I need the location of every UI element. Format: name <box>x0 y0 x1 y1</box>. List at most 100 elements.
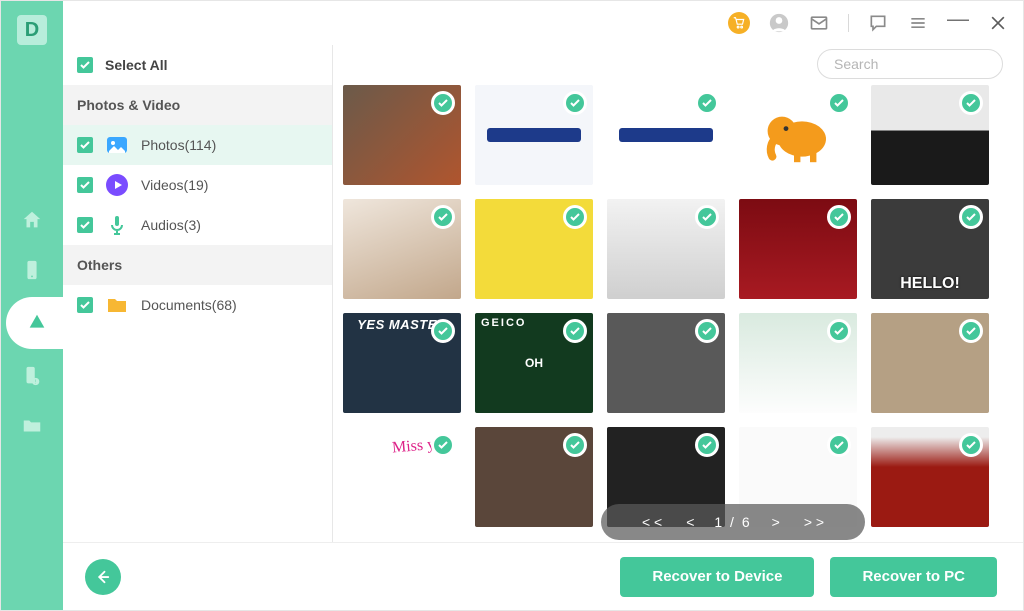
pager-first[interactable]: < < <box>638 514 666 530</box>
thumbnail[interactable] <box>475 199 593 299</box>
thumbnail[interactable] <box>871 85 989 185</box>
titlebar-divider <box>848 14 849 32</box>
home-icon <box>21 209 43 231</box>
thumb-checked-icon <box>959 433 983 457</box>
phone-alert-icon: ! <box>21 365 43 387</box>
checkbox-videos[interactable] <box>77 177 93 193</box>
thumbnail[interactable] <box>607 199 725 299</box>
nav-home[interactable] <box>14 197 50 243</box>
cart-icon <box>732 16 746 30</box>
thumbnail[interactable] <box>871 427 989 527</box>
section-photos-video: Photos & Video <box>63 85 332 125</box>
select-all-checkbox[interactable] <box>77 57 93 73</box>
sidebar-item-audios[interactable]: Audios(3) <box>63 205 332 245</box>
thumb-checked-icon <box>695 91 719 115</box>
documents-icon <box>105 293 129 317</box>
mail-icon <box>809 13 829 33</box>
app-window: D ! <box>0 0 1024 611</box>
sidebar-item-videos[interactable]: Videos(19) <box>63 165 332 205</box>
pager-prev[interactable]: < <box>682 514 698 530</box>
thumb-checked-icon <box>563 433 587 457</box>
thumb-checked-icon <box>563 91 587 115</box>
thumbnail[interactable]: GEICOOH <box>475 313 593 413</box>
footer-bar: Recover to Device Recover to PC <box>63 542 1023 610</box>
phone-icon <box>21 259 43 281</box>
mail-button[interactable] <box>808 12 830 34</box>
minimize-button[interactable]: — <box>947 12 969 34</box>
checkbox-photos[interactable] <box>77 137 93 153</box>
thumb-checked-icon <box>959 91 983 115</box>
close-button[interactable] <box>987 12 1009 34</box>
content-row: Select All Photos & Video Photos(114) Vi… <box>63 45 1023 542</box>
thumb-checked-icon <box>431 433 455 457</box>
grid-panel: HELLO! YES MASTERGEICOOHMiss you < < < 1 … <box>333 45 1023 542</box>
category-sidebar: Select All Photos & Video Photos(114) Vi… <box>63 45 333 542</box>
thumbnail[interactable] <box>739 199 857 299</box>
videos-icon <box>105 173 129 197</box>
thumbnail-grid: HELLO! YES MASTERGEICOOHMiss you < < < 1 … <box>343 85 1007 542</box>
thumbnail[interactable] <box>607 85 725 185</box>
back-button[interactable] <box>85 559 121 595</box>
section-others: Others <box>63 245 332 285</box>
feedback-icon <box>868 13 888 33</box>
thumbnail[interactable] <box>475 427 593 527</box>
nav-device[interactable] <box>14 247 50 293</box>
thumb-checked-icon <box>695 319 719 343</box>
checkbox-documents[interactable] <box>77 297 93 313</box>
thumb-checked-icon <box>563 319 587 343</box>
thumb-checked-icon <box>959 319 983 343</box>
pager: < < < 1 / 6 > > > <box>601 504 865 540</box>
thumbnail[interactable]: Miss you <box>343 427 461 527</box>
sidebar-item-photos[interactable]: Photos(114) <box>63 125 332 165</box>
thumb-checked-icon <box>431 319 455 343</box>
sidebar-item-label: Photos(114) <box>141 137 216 153</box>
titlebar: — <box>63 1 1023 45</box>
folder-icon <box>21 415 43 437</box>
nav-folder[interactable] <box>14 403 50 449</box>
thumb-checked-icon <box>827 91 851 115</box>
thumbnail[interactable]: HELLO! <box>871 199 989 299</box>
pager-label: 1 / 6 <box>714 514 751 530</box>
thumbnail[interactable] <box>475 85 593 185</box>
thumbnail[interactable] <box>343 85 461 185</box>
sidebar-item-label: Documents(68) <box>141 297 237 313</box>
search-box[interactable] <box>817 49 1003 79</box>
thumbnail[interactable] <box>607 313 725 413</box>
thumbnail[interactable] <box>739 313 857 413</box>
main-area: — Select All Photos & Video Photos(114) <box>63 1 1023 610</box>
select-all-row[interactable]: Select All <box>63 45 332 85</box>
thumb-checked-icon <box>827 205 851 229</box>
user-button[interactable] <box>768 12 790 34</box>
nav-rail: D ! <box>1 1 63 610</box>
thumb-checked-icon <box>431 205 455 229</box>
thumbnail[interactable] <box>343 199 461 299</box>
thumb-checked-icon <box>563 205 587 229</box>
thumb-checked-icon <box>431 91 455 115</box>
user-icon <box>769 13 789 33</box>
select-all-label: Select All <box>105 57 168 73</box>
sidebar-item-documents[interactable]: Documents(68) <box>63 285 332 325</box>
pager-next[interactable]: > <box>768 514 784 530</box>
recover-to-device-button[interactable]: Recover to Device <box>620 557 814 597</box>
arrow-left-icon <box>94 568 112 586</box>
pager-last[interactable]: > > <box>800 514 828 530</box>
thumb-checked-icon <box>959 205 983 229</box>
sidebar-item-label: Videos(19) <box>141 177 208 193</box>
checkbox-audios[interactable] <box>77 217 93 233</box>
sidebar-item-label: Audios(3) <box>141 217 201 233</box>
nav-device-alert[interactable]: ! <box>14 353 50 399</box>
menu-button[interactable] <box>907 12 929 34</box>
app-logo: D <box>17 15 47 45</box>
thumbnail[interactable]: YES MASTER <box>343 313 461 413</box>
recover-to-pc-button[interactable]: Recover to PC <box>830 557 997 597</box>
menu-icon <box>908 13 928 33</box>
nav-cloud-recovery[interactable] <box>6 297 68 349</box>
thumbnail[interactable] <box>871 313 989 413</box>
thumb-checked-icon <box>695 433 719 457</box>
thumb-checked-icon <box>695 205 719 229</box>
feedback-button[interactable] <box>867 12 889 34</box>
audios-icon <box>105 213 129 237</box>
search-input[interactable] <box>834 56 1015 72</box>
cart-button[interactable] <box>728 12 750 34</box>
thumbnail[interactable] <box>739 85 857 185</box>
